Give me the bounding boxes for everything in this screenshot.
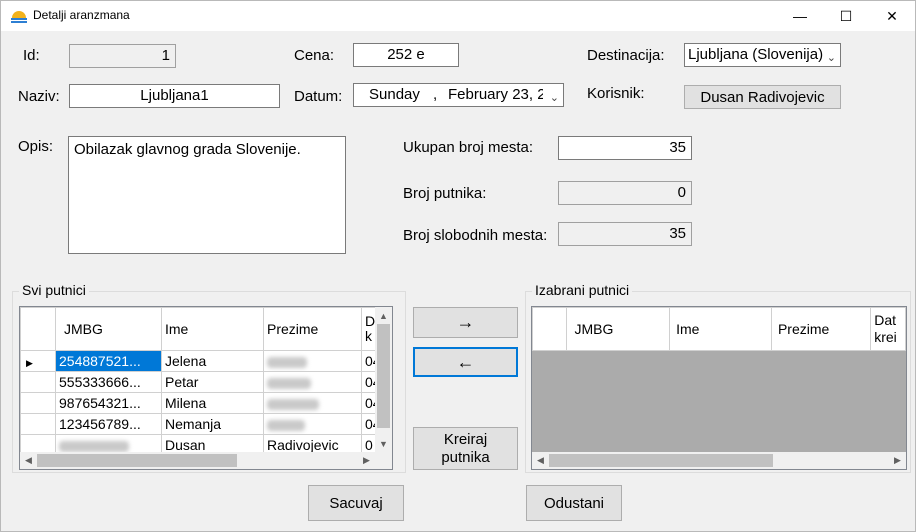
redacted-text [267,377,311,389]
horizontal-scrollbar[interactable]: ◀ ▶ [20,452,375,469]
scroll-thumb[interactable] [549,454,773,467]
cell-prezime[interactable] [263,413,362,435]
redacted-text [267,419,305,431]
svi-header-row: JMBG Ime Prezime D k [20,307,385,351]
title-bar: Detalji aranzmana — ☐ ✕ [1,1,915,31]
row-indicator [20,413,56,435]
redacted-text [267,356,307,368]
cell-prezime[interactable] [263,350,362,372]
scroll-left-icon[interactable]: ◀ [532,452,549,469]
destinacija-value: Ljubljana (Slovenija) [688,46,824,63]
cena-field[interactable]: 252 e [353,43,459,67]
maximize-button[interactable]: ☐ [823,1,869,31]
col-jmbg[interactable]: JMBG [55,307,162,351]
col-prezime[interactable]: Prezime [770,307,872,351]
scroll-down-icon[interactable]: ▼ [375,435,392,452]
redacted-text [59,440,129,452]
col-datum-kreiranja[interactable]: Dat krei [870,307,906,351]
opis-field[interactable]: Obilazak glavnog grada Slovenije. [68,136,346,254]
window-title: Detalji aranzmana [33,8,130,22]
broj-putnika-label: Broj putnika: [403,185,487,202]
cell-ime[interactable]: Petar [161,371,264,393]
col-ime[interactable]: Ime [669,307,772,351]
cell-jmbg[interactable]: 555333666... [55,371,162,393]
datum-month-day: February 23, 2 [448,86,543,103]
scroll-corner [375,452,392,469]
table-row[interactable]: 987654321... Milena 04 [20,392,385,414]
odustani-button[interactable]: Odustani [526,485,622,521]
izabrani-putnici-title: Izabrani putnici [532,282,633,298]
cell-prezime[interactable] [263,371,362,393]
naziv-label: Naziv: [18,88,60,105]
kreiraj-putnika-button[interactable]: Kreiraj putnika [413,427,518,470]
scroll-left-icon[interactable]: ◀ [20,452,37,469]
cell-ime[interactable]: Milena [161,392,264,414]
row-indicator: ▶ [20,350,56,372]
datum-separator: , [433,86,438,103]
destinacija-combo[interactable]: Ljubljana (Slovenija) ⌄ [684,43,841,67]
izabrani-putnici-grid[interactable]: JMBG Ime Prezime Dat krei ◀ ▶ [531,306,907,470]
cell-prezime[interactable] [263,392,362,414]
id-field: 1 [69,44,176,68]
datum-day: Sunday [369,86,420,103]
cell-ime[interactable]: Nemanja [161,413,264,435]
cell-jmbg[interactable]: 123456789... [55,413,162,435]
korisnik-label: Korisnik: [587,85,645,102]
ukupan-label: Ukupan broj mesta: [403,139,534,156]
izabrani-header-row: JMBG Ime Prezime Dat krei [532,307,906,351]
scroll-thumb[interactable] [377,324,390,428]
chevron-down-icon[interactable]: ⌄ [827,47,836,66]
kreiraj-line2: putnika [441,448,490,466]
broj-putnika-field: 0 [558,181,692,205]
col-ime[interactable]: Ime [161,307,264,351]
table-row[interactable]: 123456789... Nemanja 04 [20,413,385,435]
table-row[interactable]: ▶ 254887521... Jelena 04 [20,350,385,372]
redacted-text [267,398,319,410]
cell-jmbg[interactable]: 254887521... [55,350,162,372]
horizontal-scrollbar[interactable]: ◀ ▶ [532,452,906,469]
row-header-corner [20,307,56,351]
col-prezime[interactable]: Prezime [263,307,362,351]
row-pointer-icon: ▶ [26,358,33,368]
sacuvaj-button[interactable]: Sacuvaj [308,485,404,521]
remove-passenger-button[interactable]: ← [413,347,518,377]
kreiraj-line1: Kreiraj [443,430,488,448]
datum-picker[interactable]: Sunday , February 23, 2 ⌄ [353,83,564,107]
korisnik-button[interactable]: Dusan Radivojevic [684,85,841,109]
opis-label: Opis: [18,138,54,155]
add-passenger-button[interactable]: → [413,307,518,338]
scroll-up-icon[interactable]: ▲ [375,307,392,324]
cell-jmbg[interactable]: 987654321... [55,392,162,414]
slobodnih-label: Broj slobodnih mesta: [403,227,548,244]
details-window: Detalji aranzmana — ☐ ✕ Id: 1 Naziv: Lju… [0,0,916,532]
destinacija-label: Destinacija: [587,47,665,64]
scroll-right-icon[interactable]: ▶ [358,452,375,469]
minimize-button[interactable]: — [777,1,823,31]
app-icon [11,11,27,23]
ukupan-field[interactable]: 35 [558,136,692,160]
scroll-right-icon[interactable]: ▶ [889,452,906,469]
datum-label: Datum: [294,88,343,105]
table-row[interactable]: 555333666... Petar 04 [20,371,385,393]
row-indicator [20,392,56,414]
id-label: Id: [23,47,40,64]
row-header-corner [532,307,567,351]
svi-putnici-grid[interactable]: JMBG Ime Prezime D k ▶ 254887521... Jele… [19,306,393,470]
svi-putnici-title: Svi putnici [19,282,89,298]
chevron-down-icon[interactable]: ⌄ [550,87,559,106]
slobodnih-field: 35 [558,222,692,246]
scroll-thumb[interactable] [37,454,237,467]
cell-ime[interactable]: Jelena [161,350,264,372]
naziv-field[interactable]: Ljubljana1 [69,84,280,108]
cena-label: Cena: [294,47,335,64]
close-button[interactable]: ✕ [869,1,915,31]
col-jmbg[interactable]: JMBG [565,307,671,351]
vertical-scrollbar[interactable]: ▲ ▼ [375,307,392,452]
row-indicator [20,371,56,393]
